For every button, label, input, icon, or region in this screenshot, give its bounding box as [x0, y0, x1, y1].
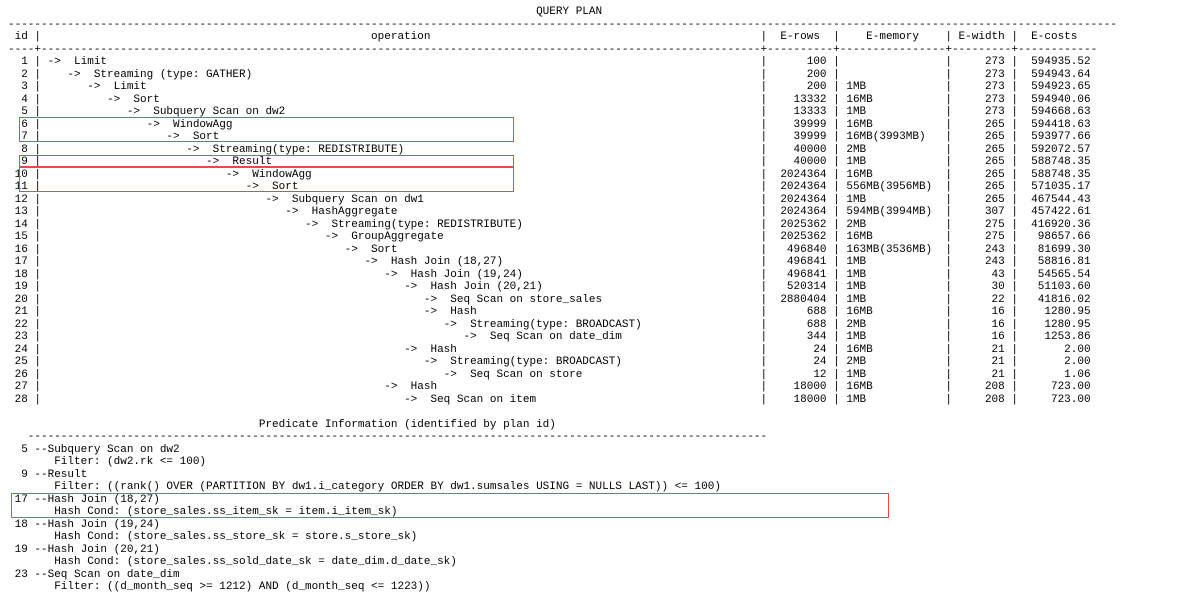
plan-text: QUERY PLAN -----------------------------… — [0, 0, 1179, 594]
query-plan-output: QUERY PLAN -----------------------------… — [0, 0, 1179, 594]
